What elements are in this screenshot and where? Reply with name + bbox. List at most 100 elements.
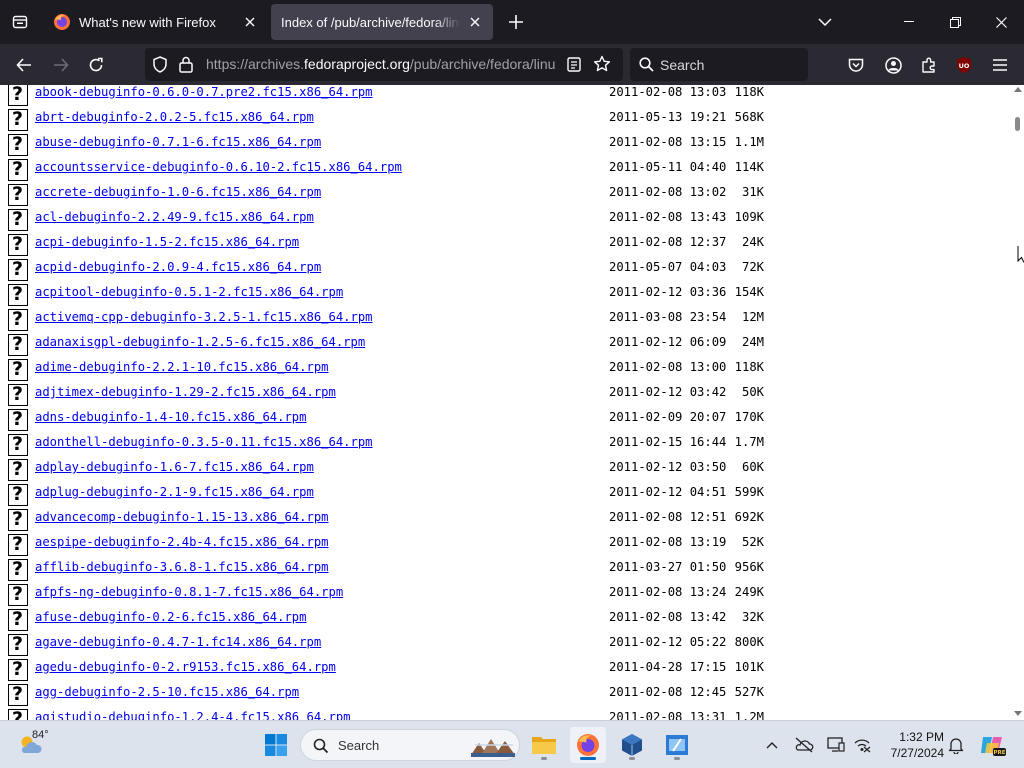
- reload-icon[interactable]: [81, 50, 111, 80]
- notifications-icon[interactable]: [944, 733, 968, 757]
- forward-icon[interactable]: [46, 50, 76, 80]
- show-hidden-icons-chevron[interactable]: [760, 733, 784, 757]
- lock-icon[interactable]: [179, 56, 193, 77]
- minimize-icon[interactable]: [886, 0, 932, 44]
- table-row: ? abuse-debuginfo-0.7.1-6.fc15.x86_64.rpm…: [0, 132, 1011, 157]
- file-size: 249K: [734, 585, 764, 599]
- clock-time: 1:32 PM: [899, 730, 944, 744]
- vertical-scrollbar[interactable]: [1011, 85, 1024, 720]
- unknown-file-icon: ?: [8, 408, 28, 431]
- weather-widget[interactable]: 84°: [18, 727, 58, 763]
- file-link[interactable]: adjtimex-debuginfo-1.29-2.fc15.x86_64.rp…: [35, 385, 336, 399]
- file-size: 527K: [734, 685, 764, 699]
- system-clock[interactable]: 1:32 PM 7/27/2024: [880, 729, 944, 761]
- file-link[interactable]: advancecomp-debuginfo-1.15-13.x86_64.rpm: [35, 510, 329, 524]
- url-path: /pub/archive/fedora/linux/releases/15/Ev…: [409, 56, 556, 72]
- virtualbox-icon[interactable]: [614, 727, 650, 763]
- file-icon-glyph: ?: [12, 608, 24, 630]
- unknown-file-icon: ?: [8, 483, 28, 506]
- scroll-down-arrow[interactable]: [1014, 711, 1022, 716]
- fedora-media-writer-icon[interactable]: [659, 727, 695, 763]
- unknown-file-icon: ?: [8, 683, 28, 706]
- close-window-icon[interactable]: [978, 0, 1024, 44]
- file-link[interactable]: accountsservice-debuginfo-0.6.10-2.fc15.…: [35, 160, 402, 174]
- back-icon[interactable]: [9, 50, 39, 80]
- file-link[interactable]: activemq-cpp-debuginfo-3.2.5-1.fc15.x86_…: [35, 310, 373, 324]
- file-icon-glyph: ?: [12, 433, 24, 455]
- extensions-icon[interactable]: [914, 50, 944, 80]
- file-link[interactable]: adns-debuginfo-1.4-10.fc15.x86_64.rpm: [35, 410, 307, 424]
- file-link[interactable]: adime-debuginfo-2.2.1-10.fc15.x86_64.rpm: [35, 360, 329, 374]
- unknown-file-icon: ?: [8, 358, 28, 381]
- copilot-icon[interactable]: PRE: [978, 733, 1008, 757]
- scroll-up-arrow[interactable]: [1014, 87, 1022, 92]
- bookmark-star-icon[interactable]: [593, 55, 611, 77]
- file-icon-glyph: ?: [12, 233, 24, 255]
- shield-icon[interactable]: [152, 56, 168, 77]
- ublock-icon[interactable]: UO: [949, 50, 979, 80]
- table-row: ? agave-debuginfo-0.4.7-1.fc14.x86_64.rpm…: [0, 632, 1011, 657]
- url-domain: fedoraproject.org: [304, 56, 410, 72]
- file-link[interactable]: abuse-debuginfo-0.7.1-6.fc15.x86_64.rpm: [35, 135, 321, 149]
- maximize-icon[interactable]: [932, 0, 978, 44]
- file-size: 60K: [741, 460, 764, 474]
- start-icon[interactable]: [258, 727, 294, 763]
- network-icon[interactable]: [850, 733, 874, 757]
- file-icon-glyph: ?: [12, 558, 24, 580]
- file-link[interactable]: acpitool-debuginfo-0.5.1-2.fc15.x86_64.r…: [35, 285, 343, 299]
- list-all-tabs-icon[interactable]: [6, 8, 34, 36]
- file-link[interactable]: adonthell-debuginfo-0.3.5-0.11.fc15.x86_…: [35, 435, 373, 449]
- url-text[interactable]: https://archives.fedoraproject.org/pub/a…: [206, 56, 556, 72]
- file-link[interactable]: agedu-debuginfo-0-2.r9153.fc15.x86_64.rp…: [35, 660, 336, 674]
- running-indicator: [541, 757, 547, 760]
- table-row: ? advancecomp-debuginfo-1.15-13.x86_64.rp…: [0, 507, 1011, 532]
- tab-whats-new[interactable]: What's new with Firefox: [43, 4, 268, 40]
- file-size: 50K: [741, 385, 764, 399]
- file-icon-glyph: ?: [12, 208, 24, 230]
- scrollbar-thumb[interactable]: [1015, 117, 1020, 131]
- search-input[interactable]: Search: [630, 48, 808, 81]
- onedrive-offline-icon[interactable]: [792, 733, 816, 757]
- file-size: 154K: [734, 285, 764, 299]
- running-indicator: [674, 757, 680, 760]
- file-link[interactable]: agg-debuginfo-2.5-10.fc15.x86_64.rpm: [35, 685, 299, 699]
- reader-view-icon[interactable]: [567, 57, 581, 76]
- file-link[interactable]: aespipe-debuginfo-2.4b-4.fc15.x86_64.rpm: [35, 535, 329, 549]
- running-indicator: [629, 757, 635, 760]
- file-link[interactable]: abook-debuginfo-0.6.0-0.7.pre2.fc15.x86_…: [35, 85, 373, 99]
- file-size: 31K: [741, 185, 764, 199]
- unknown-file-icon: ?: [8, 333, 28, 356]
- account-icon[interactable]: [878, 50, 908, 80]
- file-link[interactable]: acpi-debuginfo-1.5-2.fc15.x86_64.rpm: [35, 235, 299, 249]
- address-bar[interactable]: https://archives.fedoraproject.org/pub/a…: [145, 48, 623, 81]
- new-tab-icon[interactable]: [502, 8, 530, 36]
- file-link[interactable]: afuse-debuginfo-0.2-6.fc15.x86_64.rpm: [35, 610, 307, 624]
- close-icon[interactable]: [467, 14, 483, 30]
- firefox-icon[interactable]: [570, 727, 606, 763]
- unknown-file-icon: ?: [8, 383, 28, 406]
- file-link[interactable]: adplug-debuginfo-2.1-9.fc15.x86_64.rpm: [35, 485, 314, 499]
- firefox-icon: [53, 13, 71, 31]
- file-link[interactable]: agave-debuginfo-0.4.7-1.fc14.x86_64.rpm: [35, 635, 321, 649]
- table-row: ? acpi-debuginfo-1.5-2.fc15.x86_64.rpm 201…: [0, 232, 1011, 257]
- file-link[interactable]: agistudio-debuginfo-1.2.4-4.fc15.x86_64.…: [35, 710, 351, 720]
- file-link[interactable]: afflib-debuginfo-3.6.8-1.fc15.x86_64.rpm: [35, 560, 329, 574]
- tab-overflow-chevron-icon[interactable]: [802, 0, 848, 44]
- tab-index-of-fedora[interactable]: Index of /pub/archive/fedora/linux/: [271, 4, 493, 40]
- unknown-file-icon: ?: [8, 433, 28, 456]
- file-link[interactable]: accrete-debuginfo-1.0-6.fc15.x86_64.rpm: [35, 185, 321, 199]
- file-explorer-icon[interactable]: [526, 727, 562, 763]
- file-link[interactable]: afpfs-ng-debuginfo-0.8.1-7.fc15.x86_64.r…: [35, 585, 343, 599]
- display-icon[interactable]: [824, 733, 848, 757]
- taskbar-search-input[interactable]: Search: [300, 729, 520, 761]
- file-link[interactable]: adplay-debuginfo-1.6-7.fc15.x86_64.rpm: [35, 460, 314, 474]
- unknown-file-icon: ?: [8, 633, 28, 656]
- file-link[interactable]: acpid-debuginfo-2.0.9-4.fc15.x86_64.rpm: [35, 260, 321, 274]
- file-icon-glyph: ?: [12, 183, 24, 205]
- close-icon[interactable]: [242, 14, 258, 30]
- menu-icon[interactable]: [985, 50, 1015, 80]
- file-link[interactable]: adanaxisgpl-debuginfo-1.2.5-6.fc15.x86_6…: [35, 335, 365, 349]
- file-link[interactable]: acl-debuginfo-2.2.49-9.fc15.x86_64.rpm: [35, 210, 314, 224]
- file-link[interactable]: abrt-debuginfo-2.0.2-5.fc15.x86_64.rpm: [35, 110, 314, 124]
- pocket-icon[interactable]: [841, 50, 871, 80]
